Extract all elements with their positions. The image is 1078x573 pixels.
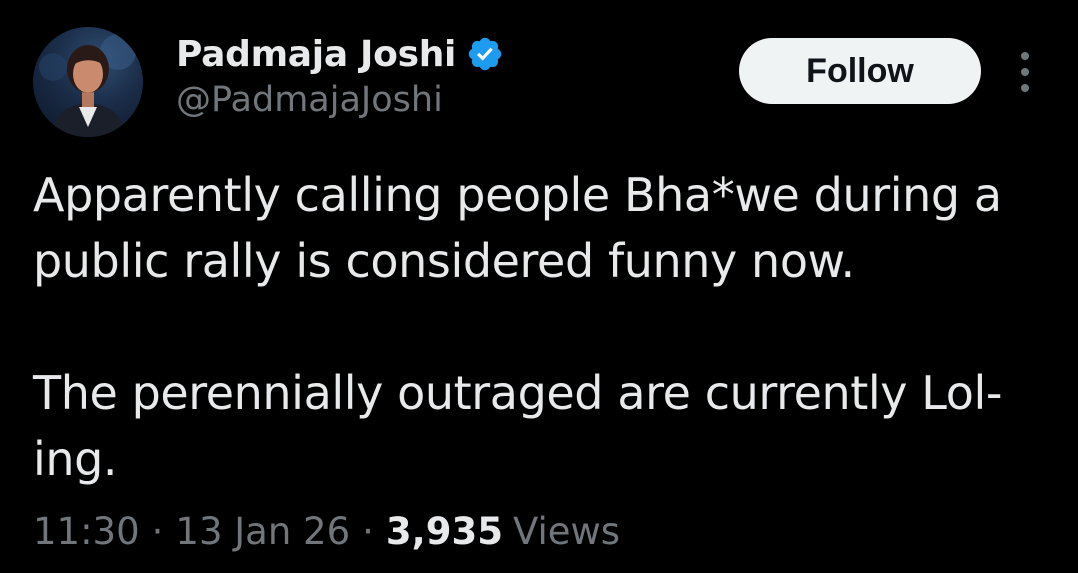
avatar[interactable] (33, 27, 143, 137)
tweet-time[interactable]: 11:30 (33, 510, 140, 553)
verified-badge-icon[interactable] (466, 35, 504, 73)
author-handle[interactable]: @PadmajaJoshi (176, 80, 443, 120)
meta-separator: · (151, 510, 164, 553)
more-options-button[interactable] (1010, 52, 1040, 92)
tweet-date[interactable]: 13 Jan 26 (175, 510, 350, 553)
tweet-paragraph: Apparently calling people Bha*we during … (33, 168, 1002, 288)
author-name-row: Padmaja Joshi (176, 30, 504, 78)
profile-photo-icon (39, 34, 136, 137)
tweet-meta: 11:30 · 13 Jan 26 · 3,935 Views (33, 510, 620, 553)
vertical-ellipsis-icon (1021, 52, 1029, 60)
vertical-ellipsis-icon (1021, 84, 1029, 92)
meta-separator: · (362, 510, 374, 553)
tweet-card: Padmaja Joshi @PadmajaJoshi Follow Appar… (0, 0, 1078, 573)
follow-button[interactable]: Follow (739, 38, 981, 104)
views-label: Views (512, 510, 621, 553)
views-count[interactable]: 3,935 (386, 510, 503, 553)
tweet-paragraph: The perennially outraged are currently L… (33, 366, 1003, 486)
vertical-ellipsis-icon (1021, 68, 1029, 76)
tweet-text: Apparently calling people Bha*we during … (33, 162, 1053, 492)
author-display-name[interactable]: Padmaja Joshi (176, 34, 456, 75)
